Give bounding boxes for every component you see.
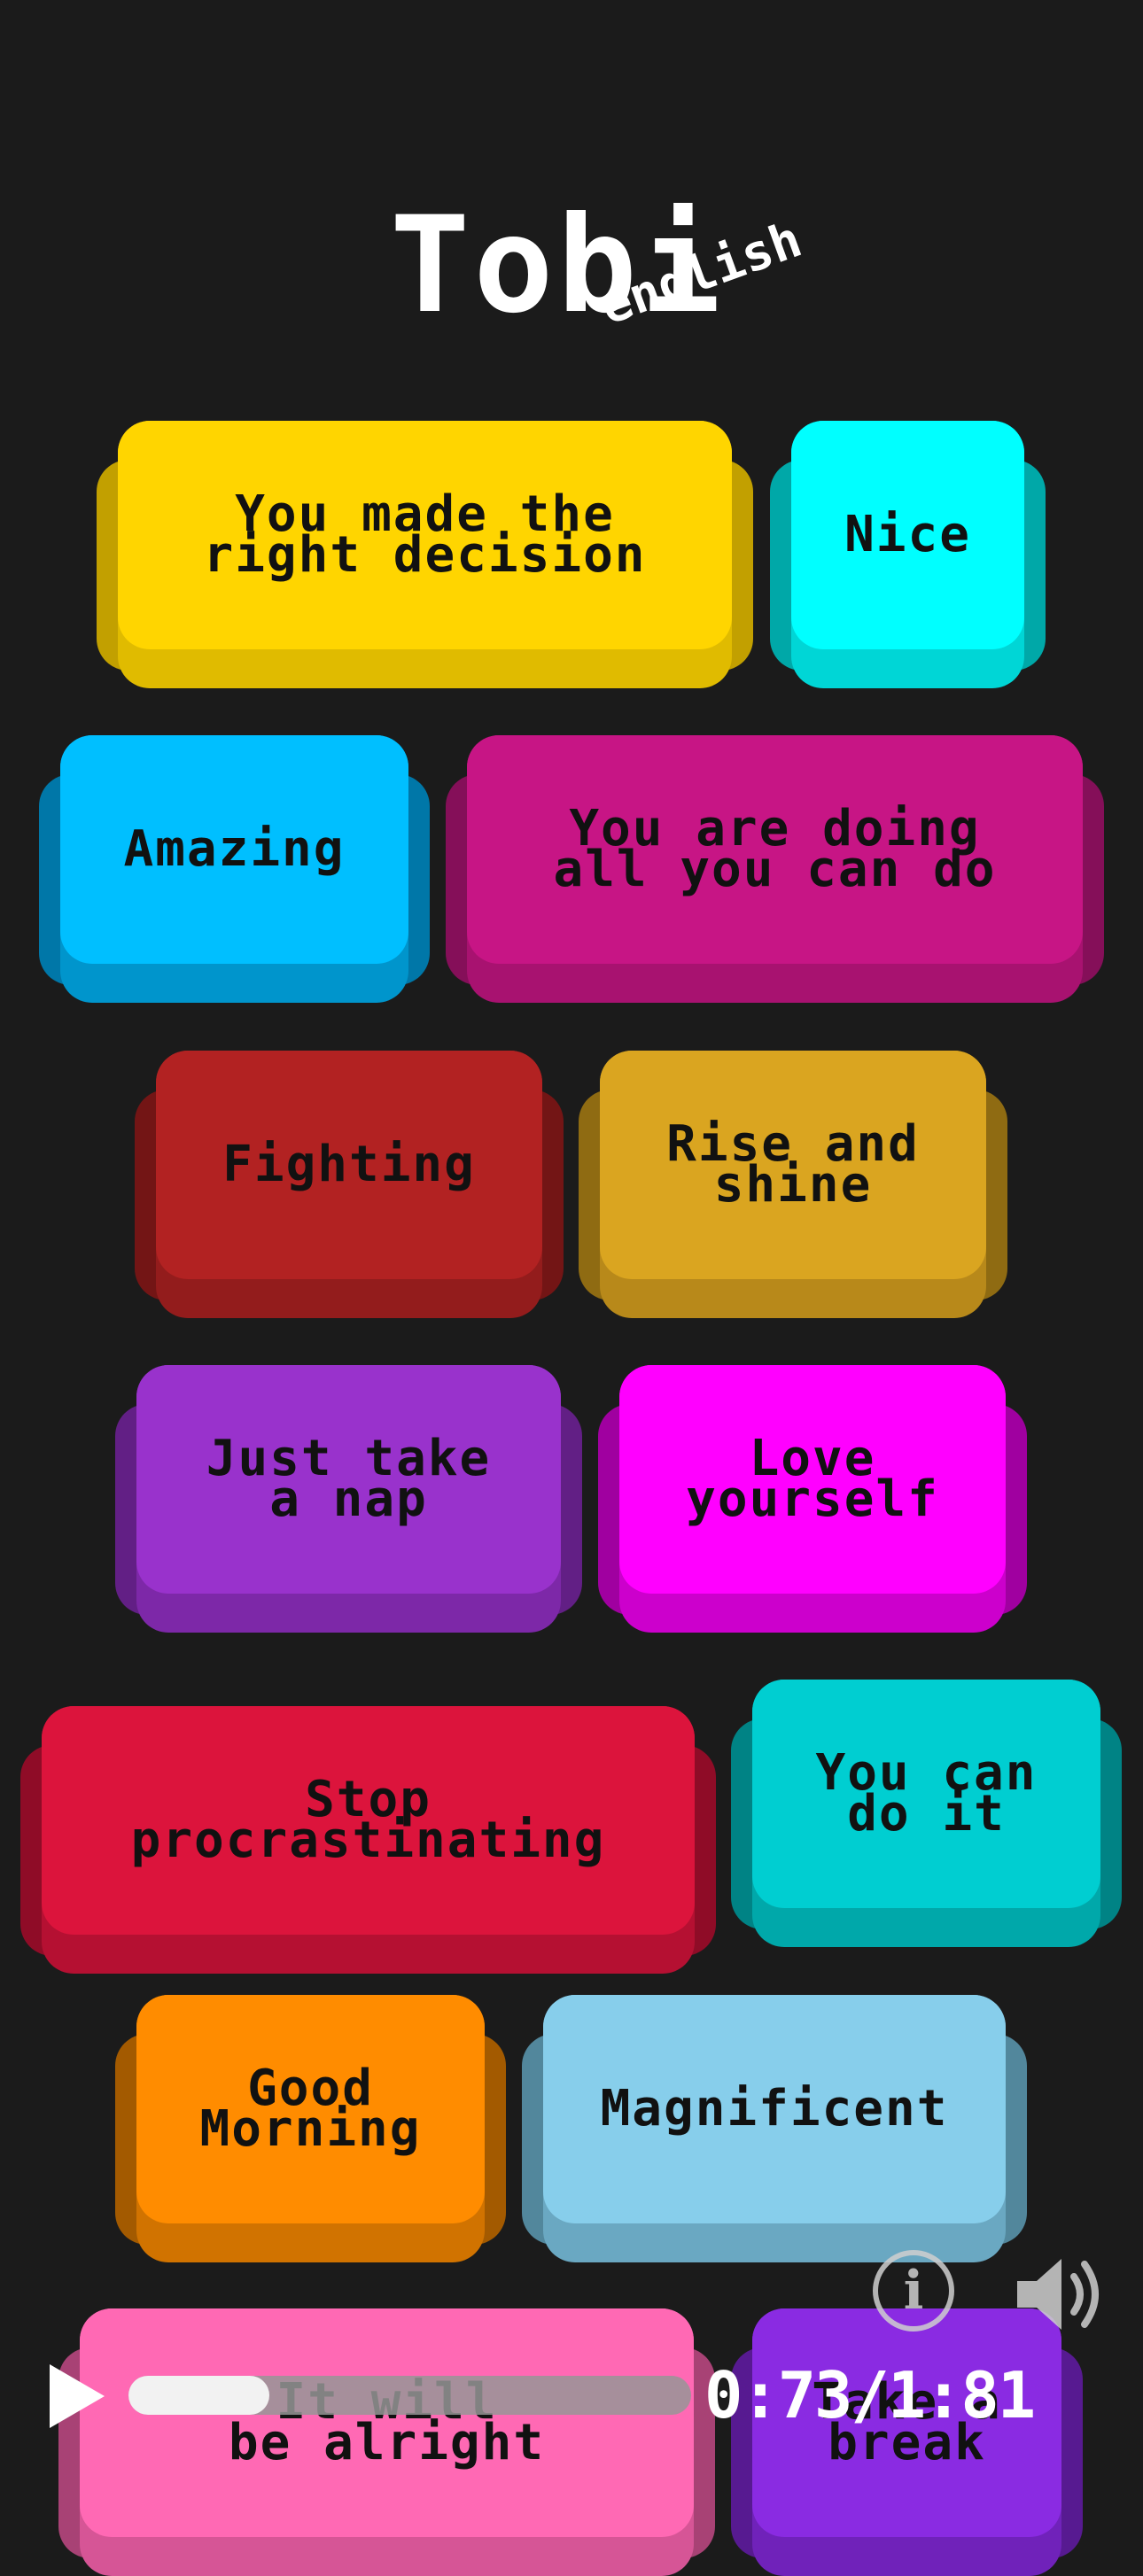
button-face[interactable]: Fighting xyxy=(156,1051,542,1279)
button-face[interactable]: Love yourself xyxy=(619,1365,1006,1594)
button-label: Just take a nap xyxy=(206,1430,492,1528)
phrase-button[interactable]: Just take a nap xyxy=(115,1365,582,1633)
phrase-button[interactable]: You can do it xyxy=(731,1680,1122,1947)
button-face[interactable]: Amazing xyxy=(60,735,408,964)
speaker-icon[interactable] xyxy=(1010,2250,1108,2339)
info-icon[interactable]: i xyxy=(873,2250,954,2332)
phrase-button[interactable]: Love yourself xyxy=(598,1365,1027,1633)
button-face[interactable]: Just take a nap xyxy=(136,1365,561,1594)
button-label: You made the right decision xyxy=(203,485,647,584)
button-face[interactable]: Nice xyxy=(791,421,1024,649)
button-face[interactable]: Magnificent xyxy=(543,1995,1006,2223)
button-label: Stop procrastinating xyxy=(130,1771,606,1869)
button-label: You are doing all you can do xyxy=(553,800,997,898)
button-face[interactable]: You can do it xyxy=(752,1680,1100,1908)
phrase-button[interactable]: Magnificent xyxy=(522,1995,1027,2262)
button-face[interactable]: You made the right decision xyxy=(118,421,732,649)
phrase-button[interactable]: You made the right decision xyxy=(97,421,753,688)
button-label: Amazing xyxy=(123,820,346,879)
button-label: You can do it xyxy=(815,1744,1038,1843)
button-face[interactable]: Good Morning xyxy=(136,1995,485,2223)
button-face[interactable]: You are doing all you can do xyxy=(467,735,1083,964)
phrase-button[interactable]: You are doing all you can do xyxy=(446,735,1104,1003)
phrase-button[interactable]: Rise and shine xyxy=(579,1051,1007,1318)
phrase-button[interactable]: Good Morning xyxy=(115,1995,506,2262)
phrase-button[interactable]: Stop procrastinating xyxy=(20,1706,716,1974)
button-face[interactable]: Stop procrastinating xyxy=(42,1706,695,1935)
phrase-button[interactable]: Fighting xyxy=(135,1051,564,1318)
button-label: Magnificent xyxy=(600,2080,949,2138)
phrase-button[interactable]: It will be alright xyxy=(58,2308,715,2576)
button-label: Fighting xyxy=(222,1136,476,1194)
button-label: Love yourself xyxy=(686,1430,939,1528)
progress-fill xyxy=(128,2376,269,2415)
progress-bar[interactable] xyxy=(128,2376,691,2415)
playback-time: 0:73/1:81 xyxy=(704,2358,1036,2432)
phrase-button[interactable]: Nice xyxy=(770,421,1046,688)
play-icon[interactable] xyxy=(46,2361,108,2432)
button-face[interactable]: Rise and shine xyxy=(600,1051,986,1279)
button-label: Rise and shine xyxy=(666,1115,920,1214)
button-face[interactable]: It will be alright xyxy=(80,2308,694,2537)
button-label: Nice xyxy=(844,506,971,564)
phrase-button[interactable]: Amazing xyxy=(39,735,430,1003)
button-label: Good Morning xyxy=(199,2060,422,2158)
